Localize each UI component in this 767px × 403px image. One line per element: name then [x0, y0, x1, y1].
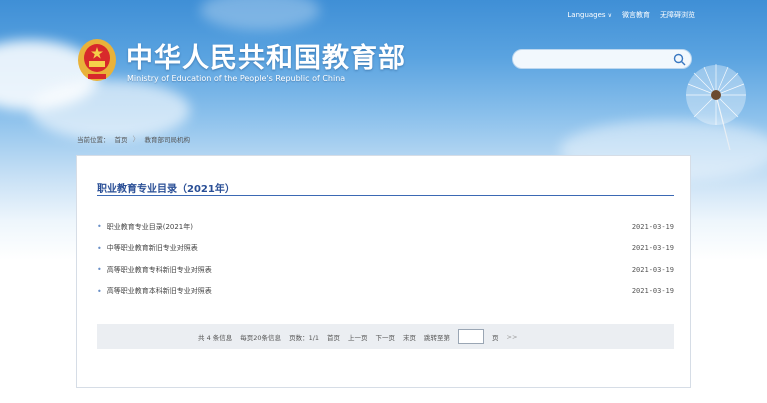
pager-per-page: 每页20条信息	[240, 333, 282, 342]
pager-go-button[interactable]: >>	[507, 333, 518, 341]
list-item-date: 2021-03-19	[631, 244, 674, 253]
article-list: • 职业教育专业目录(2021年) 2021-03-19 • 中等职业教育新旧专业对…	[97, 216, 674, 302]
languages-label: Languages	[567, 11, 606, 19]
list-item-link[interactable]: 高等职业教育专科新旧专业对照表	[107, 265, 212, 275]
languages-link[interactable]: Languages ∨	[567, 11, 612, 19]
pager-next-button[interactable]: 下一页	[376, 332, 396, 342]
bullet-icon: •	[97, 286, 102, 296]
list-item: • 职业教育专业目录(2021年) 2021-03-19	[97, 216, 674, 238]
pager-page-unit: 页	[492, 333, 499, 342]
content-panel: 职业教育专业目录（2021年） • 职业教育专业目录(2021年) 2021-03…	[76, 155, 691, 388]
pager-page-count: 页数：1/1	[289, 333, 320, 342]
list-item-date: 2021-03-19	[631, 265, 674, 274]
list-item: • 高等职业教育本科新旧专业对照表 2021-03-19	[97, 281, 674, 303]
breadcrumb: 当前位置： 首页 〉 教育部司局机构	[77, 134, 190, 144]
site-subtitle: Ministry of Education of the People's Re…	[127, 74, 346, 83]
top-nav: Languages ∨ 微言教育 无障碍浏览	[567, 8, 695, 22]
page-number-input[interactable]	[458, 329, 485, 344]
breadcrumb-home-link[interactable]: 首页	[115, 134, 128, 144]
search-input[interactable]	[512, 49, 692, 69]
breadcrumb-separator-icon: 〉	[132, 135, 140, 143]
list-item-date: 2021-03-19	[631, 287, 674, 296]
chevron-down-icon: ∨	[607, 12, 612, 19]
bullet-icon: •	[97, 265, 102, 275]
pager-prev-button[interactable]: 上一页	[348, 332, 368, 342]
national-emblem-icon[interactable]	[76, 36, 118, 84]
cloud-decoration	[30, 80, 190, 140]
bullet-icon: •	[97, 222, 102, 232]
breadcrumb-current-link[interactable]: 教育部司局机构	[145, 134, 191, 144]
pager-last-button[interactable]: 末页	[403, 332, 416, 342]
list-item: • 中等职业教育新旧专业对照表 2021-03-19	[97, 238, 674, 260]
section-divider	[97, 195, 674, 196]
list-item-link[interactable]: 职业教育专业目录(2021年)	[107, 222, 193, 232]
accessibility-link[interactable]: 无障碍浏览	[660, 10, 695, 20]
list-item-link[interactable]: 高等职业教育本科新旧专业对照表	[107, 286, 212, 296]
pager-first-button[interactable]: 首页	[327, 332, 340, 342]
site-title[interactable]: 中华人民共和国教育部	[126, 36, 406, 75]
search-icon[interactable]	[673, 53, 686, 66]
weibo-link[interactable]: 微言教育	[622, 10, 650, 20]
list-item: • 高等职业教育专科新旧专业对照表 2021-03-19	[97, 259, 674, 281]
list-item-date: 2021-03-19	[631, 222, 674, 231]
list-item-link[interactable]: 中等职业教育新旧专业对照表	[107, 243, 198, 253]
bullet-icon: •	[97, 243, 102, 253]
cloud-decoration	[200, 0, 320, 30]
section-title: 职业教育专业目录（2021年）	[97, 184, 235, 195]
breadcrumb-prefix: 当前位置：	[77, 136, 110, 144]
pagination-bar: 共 4 条信息 每页20条信息 页数：1/1 首页 上一页 下一页 末页 跳转至…	[97, 324, 674, 349]
pager-jump-label: 跳转至第	[424, 333, 451, 342]
pager-total: 共 4 条信息	[198, 333, 233, 342]
